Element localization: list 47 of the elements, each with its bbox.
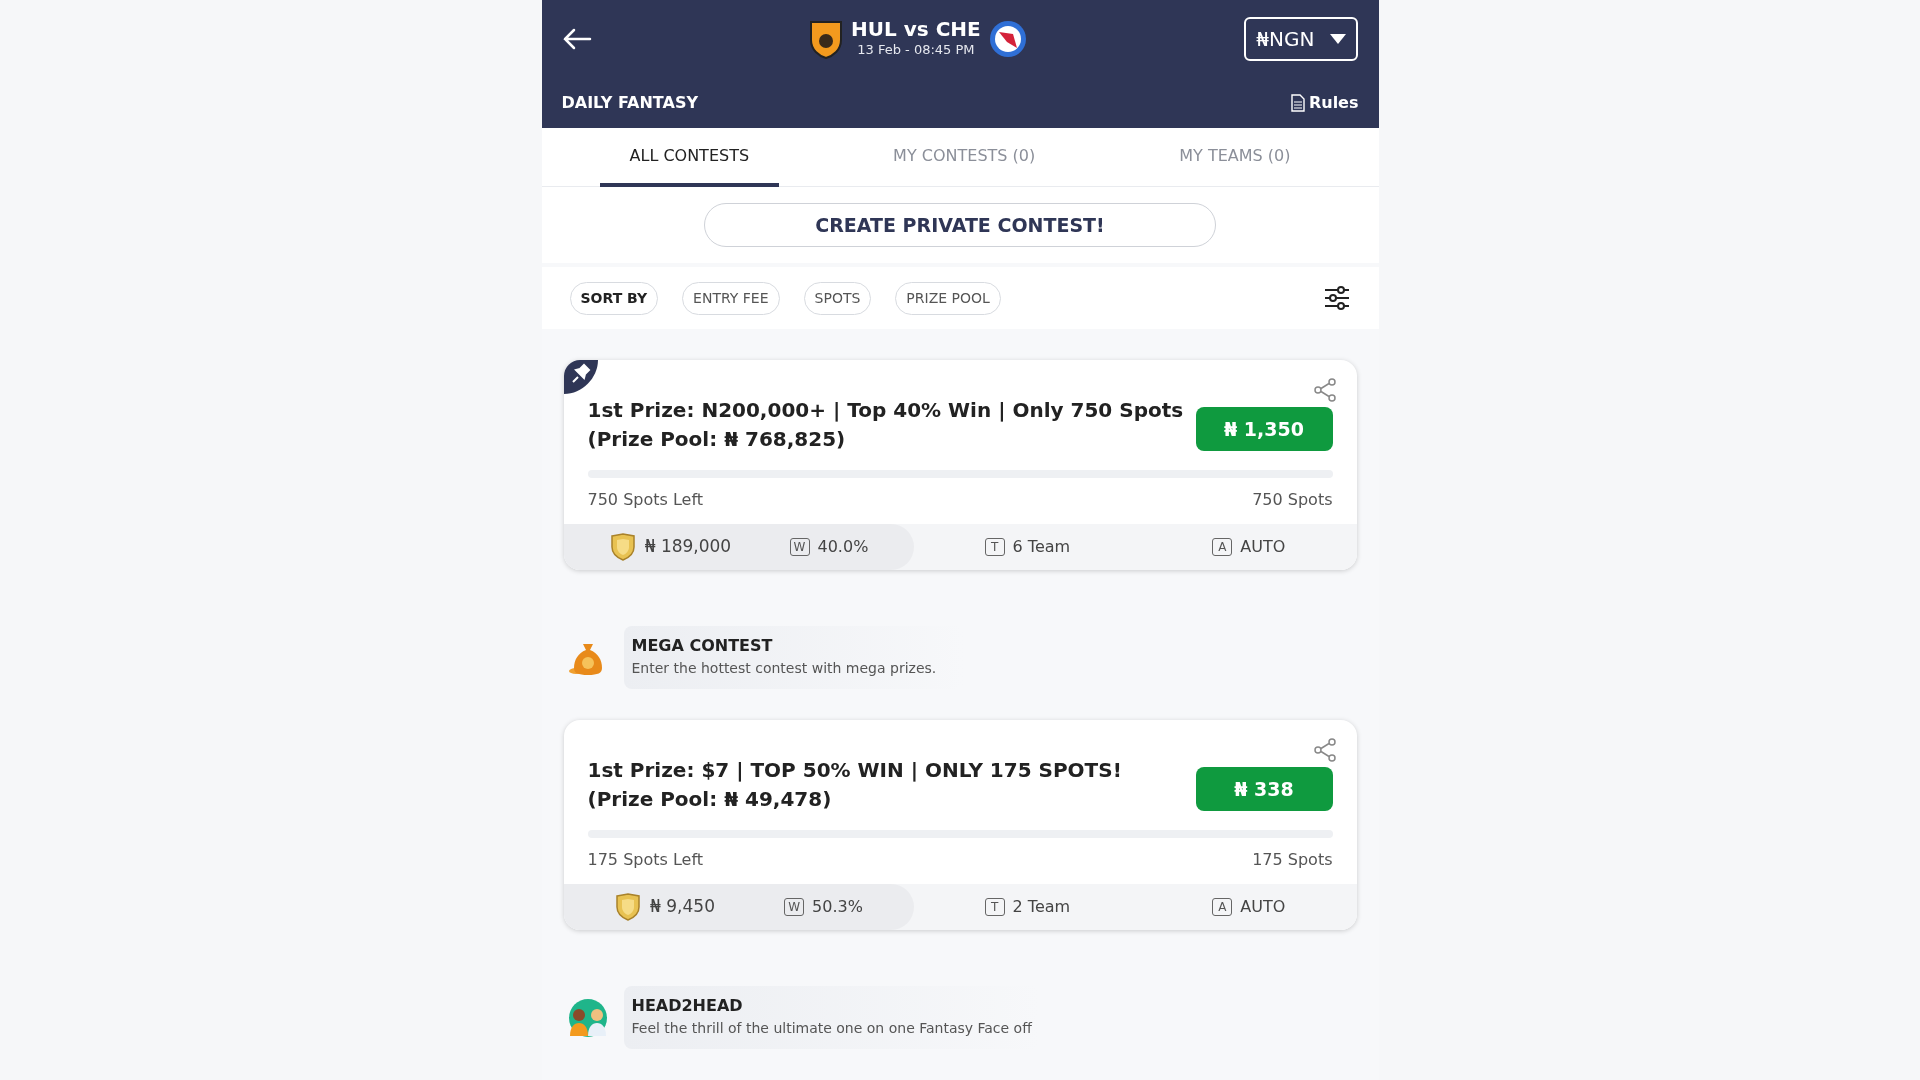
first-prize: ₦ 9,450 xyxy=(650,895,715,919)
team-badge-icon xyxy=(988,20,1027,58)
team-crest-icon xyxy=(809,19,844,59)
mode-badge: A xyxy=(1212,898,1233,916)
team-badge: T xyxy=(984,538,1005,556)
create-contest-button[interactable]: CREATE PRIVATE CONTEST! xyxy=(704,203,1216,247)
caret-icon xyxy=(1330,34,1347,44)
total-spots: 750 Spots xyxy=(1252,489,1333,511)
match-time: 13 Feb - 08:45 PM xyxy=(856,41,976,60)
trophy-shield-icon xyxy=(614,893,643,921)
entry-fee-button[interactable]: ₦ 338 xyxy=(1195,767,1333,811)
entry-mode: AUTO xyxy=(1240,536,1286,558)
entry-mode: AUTO xyxy=(1240,896,1286,918)
category-description: Enter the hottest contest with mega prizes. xyxy=(631,659,938,678)
match-title: HUL vs CHE xyxy=(851,18,981,41)
win-badge: W xyxy=(789,538,810,556)
sort-chip[interactable]: SPOTS xyxy=(803,281,872,315)
currency-dropdown[interactable]: ₦NGN xyxy=(1244,17,1359,61)
team-count: 2 Team xyxy=(1012,896,1071,918)
mode-badge: A xyxy=(1212,538,1233,556)
share-icon[interactable] xyxy=(1312,378,1337,402)
spots-left: 750 Spots Left xyxy=(587,489,704,511)
section-title: DAILY FANTASY xyxy=(561,92,698,114)
win-percent: 50.3% xyxy=(812,896,863,918)
entry-fee-button[interactable]: ₦ 1,350 xyxy=(1195,407,1333,451)
team-count: 6 Team xyxy=(1012,536,1071,558)
rules-link[interactable]: Rules xyxy=(1308,91,1359,115)
category-title: HEAD2HEAD xyxy=(631,995,744,1017)
category-title: MEGA CONTEST xyxy=(631,635,774,657)
win-percent: 40.0% xyxy=(817,536,869,558)
versus-icon xyxy=(567,997,608,1038)
filter-icon[interactable] xyxy=(1322,284,1351,312)
trophy-shield-icon xyxy=(608,533,637,561)
spots-left: 175 Spots Left xyxy=(587,849,704,871)
sort-label: SORT BY xyxy=(569,281,659,315)
category-description: Feel the thrill of the ultimate one on one Fantasy Face off xyxy=(631,1019,1032,1038)
team-badge: T xyxy=(984,898,1005,916)
share-icon[interactable] xyxy=(1312,738,1337,762)
back-arrow-icon[interactable] xyxy=(561,28,592,50)
win-badge: W xyxy=(784,898,805,916)
document-icon xyxy=(1290,94,1305,112)
contest-title: 1st Prize: N200,000+ | Top 40% Win | Only 750 Spots (Prize Pool: ₦ 768,825) xyxy=(587,397,1184,453)
total-spots: 175 Spots xyxy=(1252,849,1333,871)
sort-chip[interactable]: PRIZE POOL xyxy=(895,281,1001,315)
sort-chip[interactable]: ENTRY FEE xyxy=(682,281,780,315)
contest-title: 1st Prize: $7 | TOP 50% WIN | ONLY 175 SPOTS! (Prize Pool: ₦ 49,478) xyxy=(587,757,1122,813)
first-prize: ₦ 189,000 xyxy=(644,535,732,559)
